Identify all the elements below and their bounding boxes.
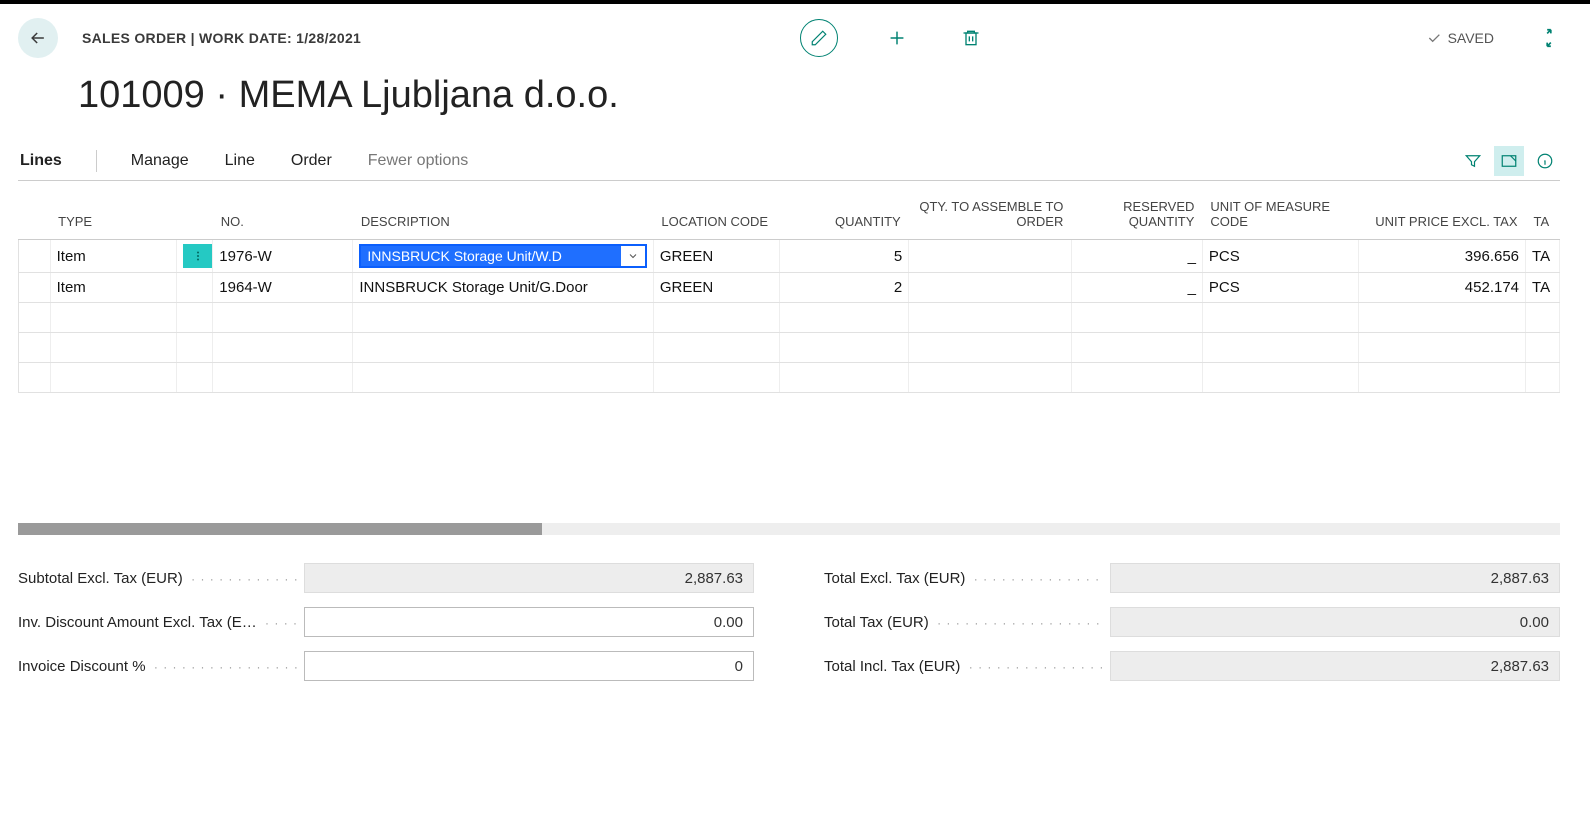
pencil-icon	[810, 29, 828, 47]
funnel-icon	[1464, 152, 1482, 170]
col-reserved[interactable]: RESERVED QUANTITY	[1071, 181, 1202, 240]
saved-label: SAVED	[1448, 30, 1494, 46]
divider	[96, 150, 97, 172]
inv-disc-amt-label: Inv. Discount Amount Excl. Tax (E…	[18, 614, 298, 631]
info-button[interactable]	[1530, 146, 1560, 176]
trash-icon	[961, 28, 981, 48]
cell-unit-price[interactable]: 396.656	[1358, 240, 1525, 273]
lines-toolbar: Lines Manage Line Order Fewer options	[18, 141, 1560, 181]
cell-no[interactable]: 1976-W	[213, 240, 353, 273]
chevron-down-icon	[627, 250, 639, 262]
maximize-button[interactable]	[1494, 146, 1524, 176]
cell-tax[interactable]: TA	[1526, 240, 1560, 273]
subtotal-label: Subtotal Excl. Tax (EUR)	[18, 570, 298, 587]
arrow-left-icon	[28, 28, 48, 48]
lines-grid: TYPE NO. DESCRIPTION LOCATION CODE QUANT…	[18, 181, 1560, 393]
cell-no[interactable]: 1964-W	[213, 273, 353, 303]
cell-uom[interactable]: PCS	[1202, 273, 1358, 303]
topbar: SALES ORDER | WORK DATE: 1/28/2021 SAVED	[18, 14, 1560, 62]
back-button[interactable]	[18, 18, 58, 58]
description-input[interactable]	[361, 246, 621, 266]
cell-location[interactable]: GREEN	[653, 240, 780, 273]
totals-section: Subtotal Excl. Tax (EUR) 2,887.63 Inv. D…	[18, 563, 1560, 681]
cell-reserved[interactable]: _	[1071, 273, 1202, 303]
inv-disc-pct-label: Invoice Discount %	[18, 658, 298, 675]
subtotal-value: 2,887.63	[304, 563, 754, 593]
col-uom[interactable]: UNIT OF MEASURE CODE	[1202, 181, 1358, 240]
cell-quantity[interactable]: 2	[780, 273, 909, 303]
check-icon	[1426, 30, 1442, 46]
cell-uom[interactable]: PCS	[1202, 240, 1358, 273]
saved-indicator: SAVED	[1426, 30, 1494, 46]
horizontal-scrollbar[interactable]	[18, 523, 1560, 535]
col-qty-assemble[interactable]: QTY. TO ASSEMBLE TO ORDER	[909, 181, 1072, 240]
breadcrumb: SALES ORDER | WORK DATE: 1/28/2021	[82, 30, 361, 46]
col-no[interactable]: NO.	[213, 181, 353, 240]
cell-location[interactable]: GREEN	[653, 273, 780, 303]
total-incl-value: 2,887.63	[1110, 651, 1560, 681]
table-row[interactable]: Item 1976-W GREEN 5	[19, 240, 1560, 273]
more-vertical-icon	[191, 247, 205, 265]
total-excl-label: Total Excl. Tax (EUR)	[824, 570, 1104, 587]
inv-disc-pct-input[interactable]: 0	[304, 651, 754, 681]
header-row: TYPE NO. DESCRIPTION LOCATION CODE QUANT…	[19, 181, 1560, 240]
total-tax-label: Total Tax (EUR)	[824, 614, 1104, 631]
delete-button[interactable]	[956, 23, 986, 53]
cell-unit-price[interactable]: 452.174	[1358, 273, 1525, 303]
col-quantity[interactable]: QUANTITY	[780, 181, 909, 240]
tab-line[interactable]: Line	[223, 141, 257, 180]
tab-fewer-options[interactable]: Fewer options	[366, 141, 471, 180]
info-icon	[1536, 152, 1554, 170]
cell-description[interactable]: INNSBRUCK Storage Unit/G.Door	[353, 273, 654, 303]
cell-type[interactable]: Item	[50, 273, 177, 303]
scrollbar-thumb[interactable]	[18, 523, 542, 535]
col-location[interactable]: LOCATION CODE	[653, 181, 780, 240]
cell-type[interactable]: Item	[50, 240, 177, 273]
plus-icon	[886, 27, 908, 49]
cell-assemble[interactable]	[909, 273, 1072, 303]
row-menu-button[interactable]	[183, 244, 213, 268]
cell-assemble[interactable]	[909, 240, 1072, 273]
description-dropdown[interactable]	[621, 246, 645, 266]
col-type[interactable]: TYPE	[50, 181, 177, 240]
tab-manage[interactable]: Manage	[129, 141, 191, 180]
expand-icon	[1500, 152, 1518, 170]
table-row[interactable]	[19, 333, 1560, 363]
cell-reserved[interactable]: _	[1071, 240, 1202, 273]
table-row[interactable]: Item 1964-W INNSBRUCK Storage Unit/G.Doo…	[19, 273, 1560, 303]
collapse-button[interactable]	[1538, 27, 1560, 49]
col-unit-price[interactable]: UNIT PRICE EXCL. TAX	[1358, 181, 1525, 240]
filter-button[interactable]	[1458, 146, 1488, 176]
col-tax[interactable]: TA	[1526, 181, 1560, 240]
inv-disc-amt-input[interactable]: 0.00	[304, 607, 754, 637]
edit-button[interactable]	[800, 19, 838, 57]
cell-quantity[interactable]: 5	[780, 240, 909, 273]
total-tax-value: 0.00	[1110, 607, 1560, 637]
new-button[interactable]	[882, 23, 912, 53]
page-title: 101009 · MEMA Ljubljana d.o.o.	[18, 62, 1560, 141]
table-row[interactable]	[19, 363, 1560, 393]
cell-tax[interactable]: TA	[1526, 273, 1560, 303]
total-excl-value: 2,887.63	[1110, 563, 1560, 593]
tab-lines[interactable]: Lines	[18, 141, 64, 180]
total-incl-label: Total Incl. Tax (EUR)	[824, 658, 1104, 675]
collapse-icon	[1538, 27, 1560, 49]
description-input-wrap[interactable]	[359, 244, 647, 268]
col-description[interactable]: DESCRIPTION	[353, 181, 654, 240]
table-row[interactable]	[19, 303, 1560, 333]
tab-order[interactable]: Order	[289, 141, 334, 180]
